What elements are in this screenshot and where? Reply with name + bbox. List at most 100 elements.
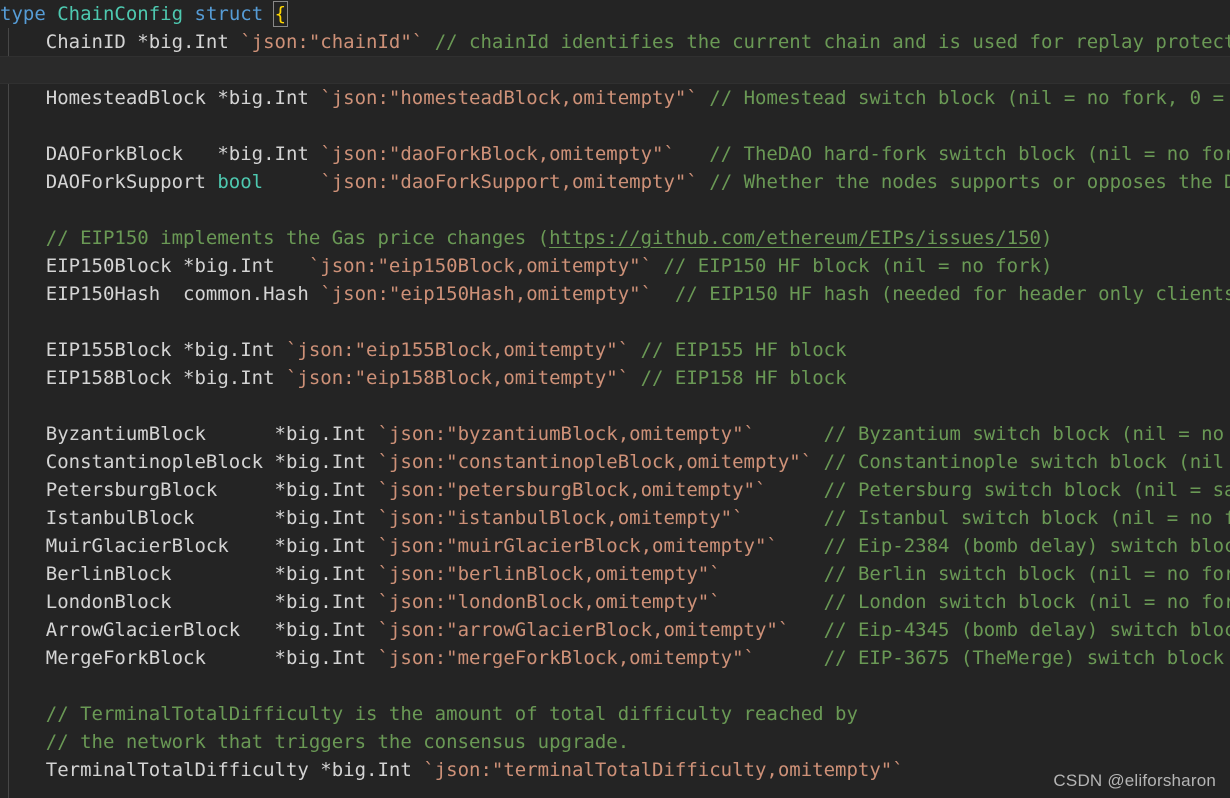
code-line[interactable]: // TerminalTotalDifficulty is the amount… [0, 700, 1230, 728]
code-token-str: `json:"istanbulBlock,omitempty"` [377, 507, 744, 529]
code-token-str: `json:"arrowGlacierBlock,omitempty"` [377, 619, 790, 641]
code-line[interactable]: DAOForkBlock *big.Int `json:"daoForkBloc… [0, 140, 1230, 168]
code-token-cmt: // Constantinople switch block (nil = no… [823, 451, 1225, 473]
code-token-id [721, 591, 824, 613]
code-token-id: MergeForkBlock *big.Int [0, 647, 378, 669]
code-token-str: `json:"daoForkBlock,omitempty"` [320, 143, 675, 165]
code-token-cmt: // EIP155 HF block [640, 339, 847, 361]
code-token-str: `json:"byzantiumBlock,omitempty"` [377, 423, 756, 445]
code-token-str: `json:"mergeForkBlock,omitempty"` [377, 647, 756, 669]
code-line[interactable] [0, 308, 1230, 336]
code-token-brace: { [272, 1, 289, 27]
code-token-id [652, 283, 675, 305]
code-line[interactable]: EIP150Hash common.Hash `json:"eip150Hash… [0, 280, 1230, 308]
code-line[interactable]: ByzantiumBlock *big.Int `json:"byzantium… [0, 420, 1230, 448]
code-line[interactable]: // EIP150 implements the Gas price chang… [0, 224, 1230, 252]
code-token-str: `json:"eip150Block,omitempty"` [308, 255, 653, 277]
code-line[interactable]: type ChainConfig struct { [0, 0, 1230, 28]
watermark: CSDN @eliforsharon [1053, 771, 1216, 790]
code-line[interactable]: BerlinBlock *big.Int `json:"berlinBlock,… [0, 560, 1230, 588]
code-line[interactable]: EIP158Block *big.Int `json:"eip158Block,… [0, 364, 1230, 392]
code-token-kw: struct [194, 3, 264, 25]
code-token-cmt: // Whether the nodes supports or opposes… [709, 171, 1230, 193]
code-token-cmt: // TerminalTotalDifficulty is the amount… [0, 703, 858, 725]
code-line[interactable]: ArrowGlacierBlock *big.Int `json:"arrowG… [0, 616, 1230, 644]
code-token-cmt: // TheDAO hard-fork switch block (nil = … [709, 143, 1230, 165]
code-token-cmt: // Eip-4345 (bomb delay) switch block (n… [823, 619, 1230, 641]
code-token-lnk[interactable]: https://github.com/ethereum/EIPs/issues/… [549, 227, 1041, 249]
code-token-cmt: // EIP150 HF block (nil = no fork) [663, 255, 1053, 277]
code-token-id: DAOForkBlock *big.Int [0, 143, 321, 165]
code-token-id [766, 479, 823, 501]
code-token-cmt: // Eip-2384 (bomb delay) switch block (n… [823, 535, 1230, 557]
code-token-id: EIP155Block *big.Int [0, 339, 286, 361]
code-line[interactable]: TerminalTotalDifficulty *big.Int `json:"… [0, 756, 1230, 784]
code-token-id: MuirGlacierBlock *big.Int [0, 535, 378, 557]
code-token-str: `json:"daoForkSupport,omitempty"` [320, 171, 698, 193]
code-token-id [789, 619, 823, 641]
code-token-id: ByzantiumBlock *big.Int [0, 423, 378, 445]
code-token-cmt: // London switch block (nil = no fork, 0… [823, 591, 1230, 613]
code-token-str: `json:"petersburgBlock,omitempty"` [377, 479, 767, 501]
code-token-id [812, 451, 823, 473]
code-surface[interactable]: type ChainConfig struct { ChainID *big.I… [0, 0, 1230, 784]
code-token-id: ChainID *big.Int [0, 31, 241, 53]
code-line-active[interactable] [0, 56, 1230, 84]
code-editor-viewport[interactable]: type ChainConfig struct { ChainID *big.I… [0, 0, 1230, 798]
code-token-id: TerminalTotalDifficulty *big.Int [0, 759, 424, 781]
code-token-cmt: // EIP158 HF block [640, 367, 847, 389]
code-token-str: `json:"berlinBlock,omitempty"` [377, 563, 721, 585]
code-token-id [744, 507, 824, 529]
code-line[interactable]: EIP150Block *big.Int `json:"eip150Block,… [0, 252, 1230, 280]
code-line[interactable]: EIP155Block *big.Int `json:"eip155Block,… [0, 336, 1230, 364]
code-token-cmt: // chainId identifies the current chain … [434, 31, 1230, 53]
code-token-cmt: // Istanbul switch block (nil = no fork,… [823, 507, 1230, 529]
code-line[interactable]: // the network that triggers the consens… [0, 728, 1230, 756]
code-line[interactable]: ChainID *big.Int `json:"chainId"` // cha… [0, 28, 1230, 56]
code-line[interactable] [0, 672, 1230, 700]
code-token-typ: ChainConfig [57, 3, 184, 25]
code-line[interactable] [0, 112, 1230, 140]
code-token-id: PetersburgBlock *big.Int [0, 479, 378, 501]
code-token-id [721, 563, 824, 585]
code-line[interactable]: MergeForkBlock *big.Int `json:"mergeFork… [0, 644, 1230, 672]
code-token-id: BerlinBlock *big.Int [0, 563, 378, 585]
code-token-id: ConstantinopleBlock *big.Int [0, 451, 378, 473]
code-token-str: `json:"muirGlacierBlock,omitempty"` [377, 535, 778, 557]
code-token-str: `json:"constantinopleBlock,omitempty"` [377, 451, 813, 473]
code-token-id [183, 3, 194, 25]
code-token-id [263, 171, 320, 193]
code-token-id: HomesteadBlock *big.Int [0, 87, 321, 109]
code-token-str: `json:"eip155Block,omitempty"` [285, 339, 630, 361]
code-line[interactable]: IstanbulBlock *big.Int `json:"istanbulBl… [0, 504, 1230, 532]
code-token-id: IstanbulBlock *big.Int [0, 507, 378, 529]
code-line[interactable]: PetersburgBlock *big.Int `json:"petersbu… [0, 476, 1230, 504]
code-token-id: ArrowGlacierBlock *big.Int [0, 619, 378, 641]
code-token-typ: bool [217, 171, 264, 193]
code-token-cmt: // EIP150 implements the Gas price chang… [0, 227, 550, 249]
code-token-cmt: // Homestead switch block (nil = no fork… [709, 87, 1225, 109]
code-token-id [755, 423, 824, 445]
code-token-id: LondonBlock *big.Int [0, 591, 378, 613]
code-token-id: EIP158Block *big.Int [0, 367, 286, 389]
code-token-id [778, 535, 824, 557]
code-line[interactable]: ConstantinopleBlock *big.Int `json:"cons… [0, 448, 1230, 476]
code-line[interactable]: HomesteadBlock *big.Int `json:"homestead… [0, 84, 1230, 112]
code-token-id [675, 143, 709, 165]
code-line[interactable]: LondonBlock *big.Int `json:"londonBlock,… [0, 588, 1230, 616]
code-line[interactable] [0, 392, 1230, 420]
code-line[interactable]: DAOForkSupport bool `json:"daoForkSuppor… [0, 168, 1230, 196]
code-token-id: DAOForkSupport [0, 171, 218, 193]
code-token-id: EIP150Hash common.Hash [0, 283, 321, 305]
code-token-str: `json:"eip158Block,omitempty"` [285, 367, 630, 389]
code-token-cmt: // EIP-3675 (TheMerge) switch block (nil… [823, 647, 1225, 669]
code-token-id [652, 255, 663, 277]
code-token-id [698, 171, 709, 193]
code-line[interactable]: MuirGlacierBlock *big.Int `json:"muirGla… [0, 532, 1230, 560]
code-token-id: EIP150Block *big.Int [0, 255, 309, 277]
code-token-str: `json:"chainId"` [240, 31, 424, 53]
code-token-kw: type [0, 3, 46, 25]
code-line[interactable] [0, 196, 1230, 224]
code-token-str: `json:"eip150Hash,omitempty"` [320, 283, 653, 305]
code-token-str: `json:"terminalTotalDifficulty,omitempty… [423, 759, 904, 781]
